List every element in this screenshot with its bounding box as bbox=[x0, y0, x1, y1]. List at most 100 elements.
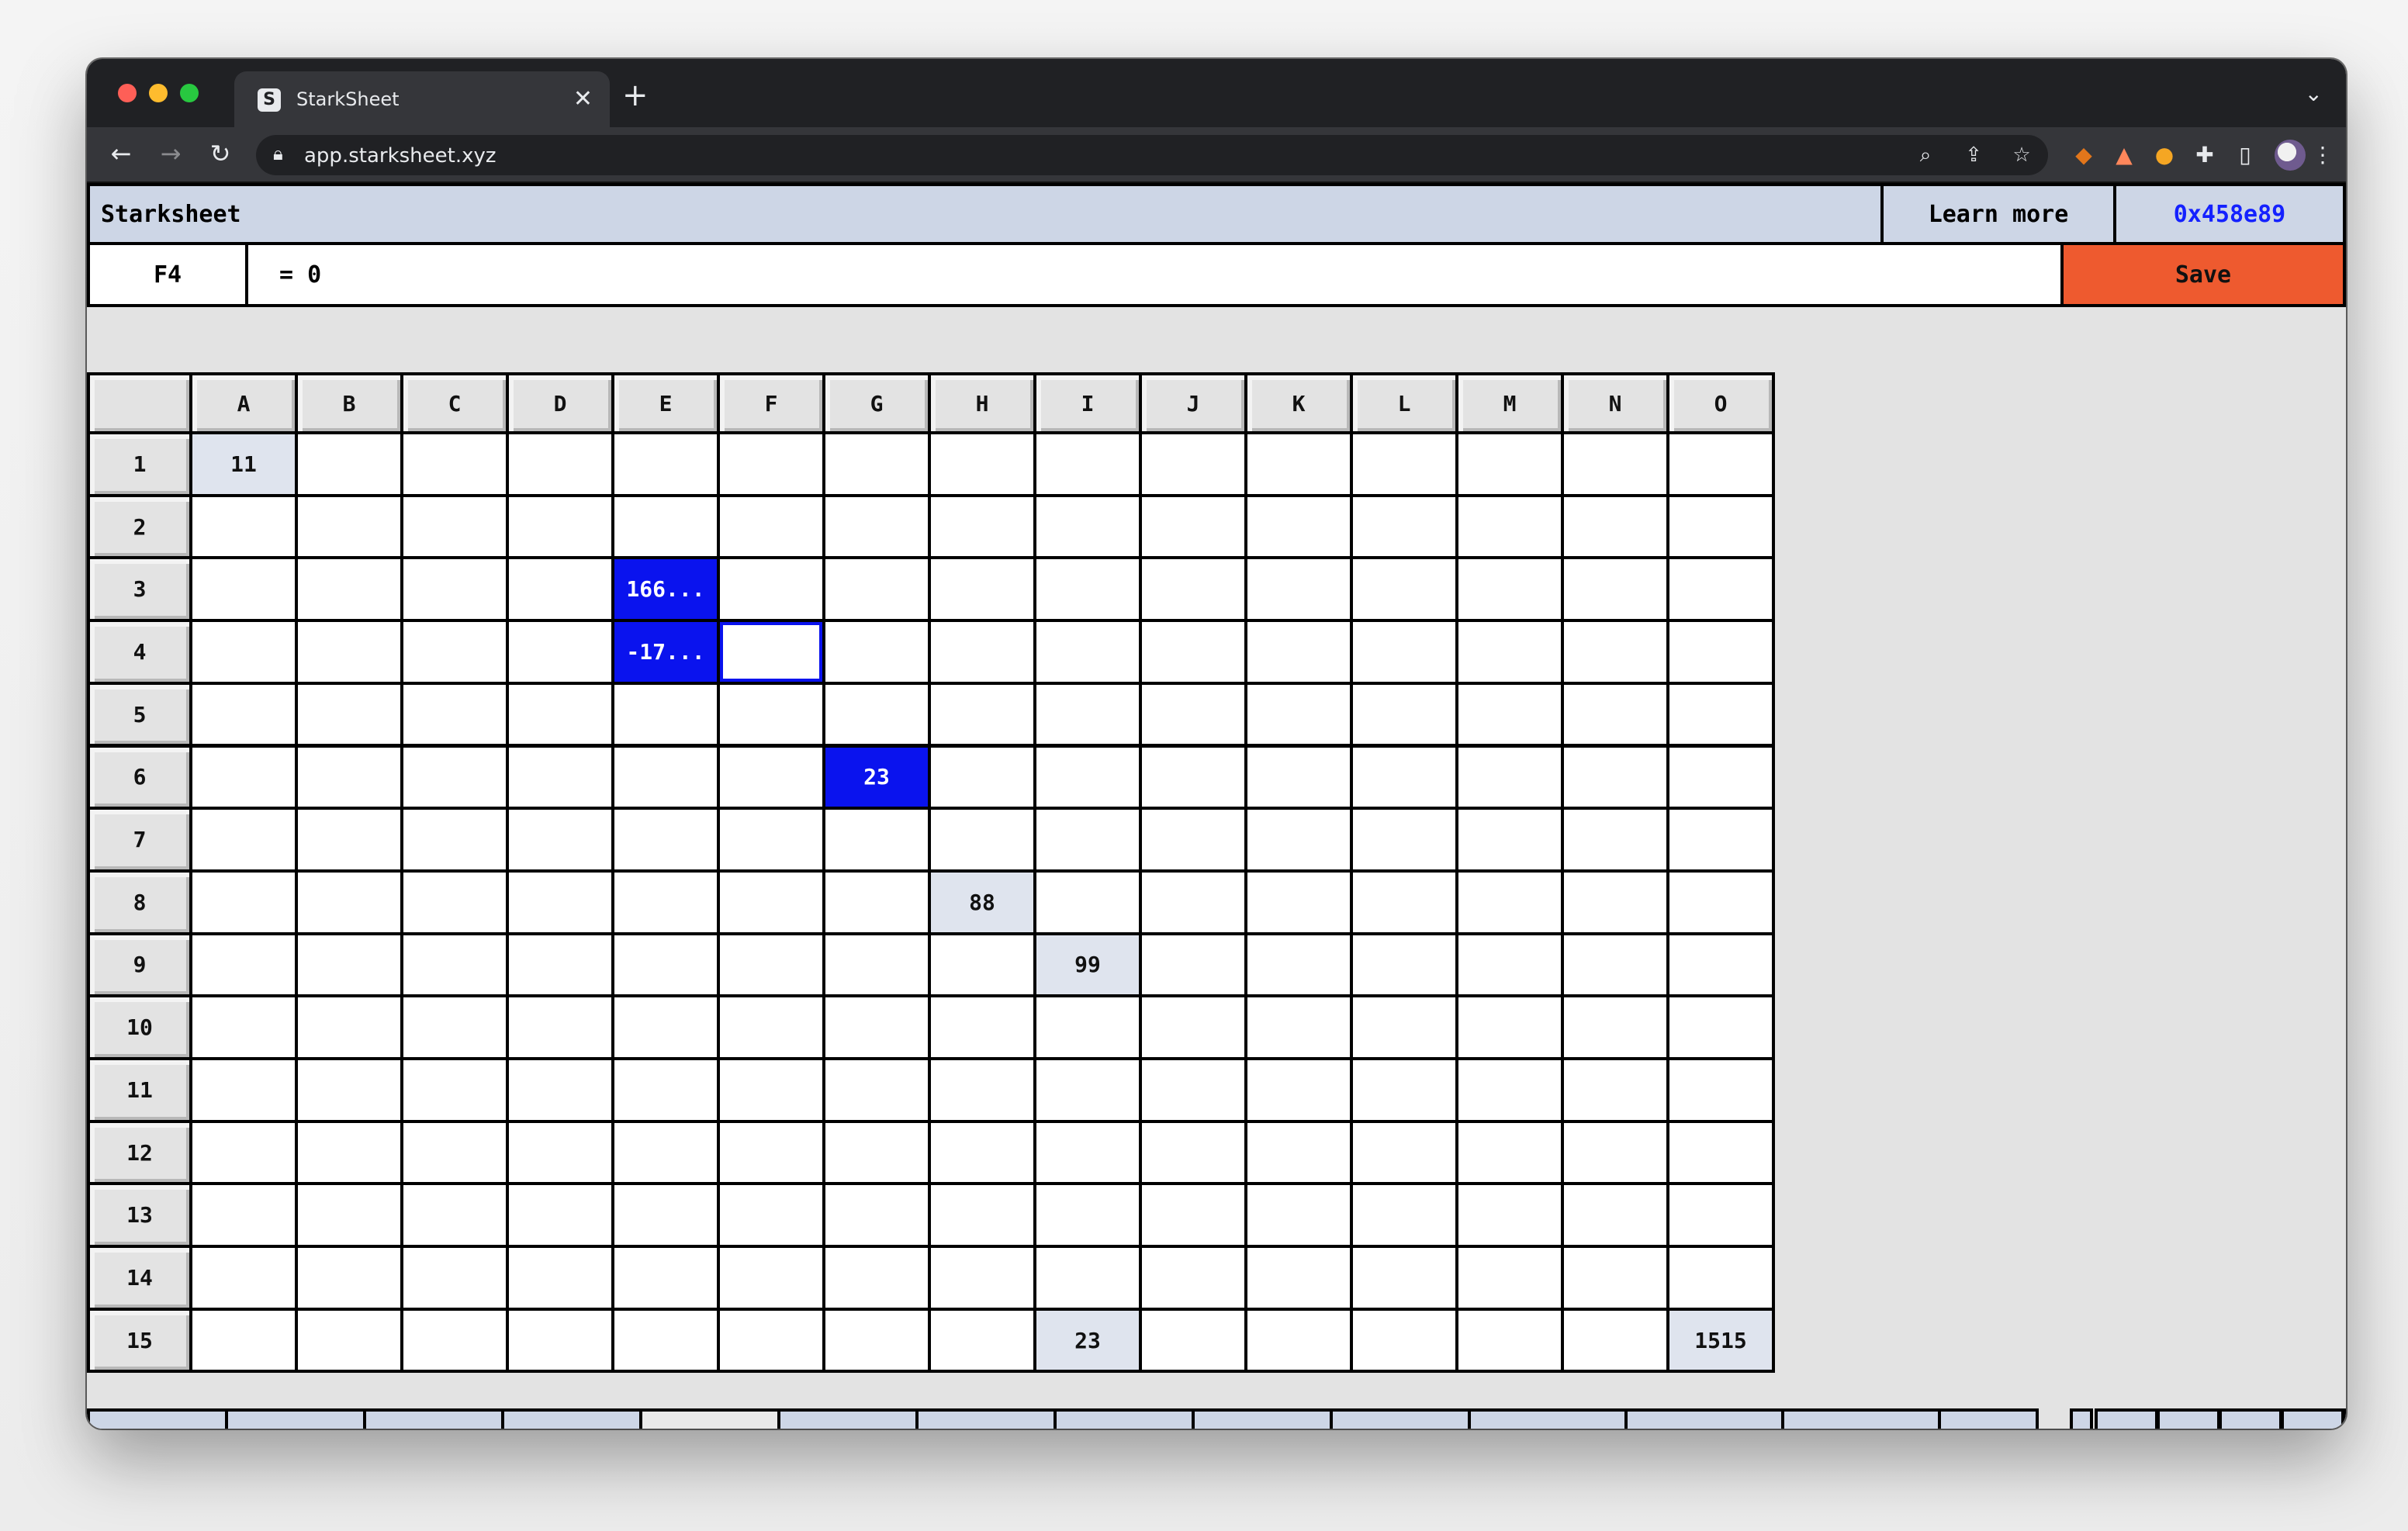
cell-c5[interactable] bbox=[400, 681, 509, 748]
cell-h7[interactable] bbox=[928, 807, 1036, 873]
cell-h10[interactable] bbox=[928, 994, 1036, 1060]
cell-d13[interactable] bbox=[506, 1182, 614, 1249]
cell-i3[interactable] bbox=[1033, 556, 1142, 623]
zoom-icon[interactable]: ⌕ bbox=[1912, 141, 1939, 169]
row-header-13[interactable]: 13 bbox=[87, 1182, 192, 1249]
profile-avatar[interactable] bbox=[2275, 140, 2306, 171]
column-header-f[interactable]: F bbox=[717, 372, 825, 434]
row-header-14[interactable]: 14 bbox=[87, 1245, 192, 1311]
cell-f9[interactable] bbox=[717, 931, 825, 998]
cell-f2[interactable] bbox=[717, 493, 825, 560]
cell-b7[interactable] bbox=[295, 807, 403, 873]
cell-n7[interactable] bbox=[1561, 807, 1669, 873]
cell-d5[interactable] bbox=[506, 681, 614, 748]
cell-l11[interactable] bbox=[1350, 1057, 1458, 1123]
cell-m8[interactable] bbox=[1455, 869, 1564, 935]
cell-g13[interactable] bbox=[822, 1182, 931, 1249]
argent-extension-icon[interactable]: ▲ bbox=[2109, 140, 2140, 171]
share-icon[interactable]: ⇪ bbox=[1960, 141, 1988, 169]
cell-l12[interactable] bbox=[1350, 1119, 1458, 1186]
cell-o4[interactable] bbox=[1666, 619, 1775, 685]
cell-k6[interactable] bbox=[1244, 744, 1353, 810]
sheet-tab-sheet0[interactable]: Sheet0 bbox=[501, 1408, 642, 1429]
cell-e2[interactable] bbox=[611, 493, 720, 560]
cell-d6[interactable] bbox=[506, 744, 614, 810]
cell-o9[interactable] bbox=[1666, 931, 1775, 998]
cell-i2[interactable] bbox=[1033, 493, 1142, 560]
cell-n4[interactable] bbox=[1561, 619, 1669, 685]
cell-i13[interactable] bbox=[1033, 1182, 1142, 1249]
sheet-tab-sheet2[interactable]: Sheet2 bbox=[363, 1408, 504, 1429]
cell-b9[interactable] bbox=[295, 931, 403, 998]
cell-h12[interactable] bbox=[928, 1119, 1036, 1186]
row-header-1[interactable]: 1 bbox=[87, 431, 192, 497]
cell-k3[interactable] bbox=[1244, 556, 1353, 623]
cell-j7[interactable] bbox=[1139, 807, 1247, 873]
cell-j8[interactable] bbox=[1139, 869, 1247, 935]
github-icon[interactable]: ● bbox=[2281, 1408, 2344, 1429]
cell-d10[interactable] bbox=[506, 994, 614, 1060]
column-header-c[interactable]: C bbox=[400, 372, 509, 434]
cell-b5[interactable] bbox=[295, 681, 403, 748]
cell-i4[interactable] bbox=[1033, 619, 1142, 685]
row-header-8[interactable]: 8 bbox=[87, 869, 192, 935]
cell-j15[interactable] bbox=[1139, 1307, 1247, 1374]
cell-g3[interactable] bbox=[822, 556, 931, 623]
cell-j4[interactable] bbox=[1139, 619, 1247, 685]
cell-h15[interactable] bbox=[928, 1307, 1036, 1374]
cell-g1[interactable] bbox=[822, 431, 931, 497]
cell-j5[interactable] bbox=[1139, 681, 1247, 748]
cell-a11[interactable] bbox=[189, 1057, 298, 1123]
cell-k1[interactable] bbox=[1244, 431, 1353, 497]
cell-o7[interactable] bbox=[1666, 807, 1775, 873]
cell-b11[interactable] bbox=[295, 1057, 403, 1123]
row-header-9[interactable]: 9 bbox=[87, 931, 192, 998]
cell-i12[interactable] bbox=[1033, 1119, 1142, 1186]
cell-b3[interactable] bbox=[295, 556, 403, 623]
sheet-tab-sheet7[interactable]: Sheet7 bbox=[1054, 1408, 1195, 1429]
cell-n6[interactable] bbox=[1561, 744, 1669, 810]
sheet-tab-sheet9[interactable]: Sheet9 bbox=[1330, 1408, 1471, 1429]
cell-d7[interactable] bbox=[506, 807, 614, 873]
forward-arrow-icon[interactable]: → bbox=[154, 137, 188, 171]
cell-e7[interactable] bbox=[611, 807, 720, 873]
cell-l15[interactable] bbox=[1350, 1307, 1458, 1374]
cell-m12[interactable] bbox=[1455, 1119, 1564, 1186]
column-header-l[interactable]: L bbox=[1350, 372, 1458, 434]
cell-c9[interactable] bbox=[400, 931, 509, 998]
cell-i5[interactable] bbox=[1033, 681, 1142, 748]
cell-a7[interactable] bbox=[189, 807, 298, 873]
cell-a1[interactable]: 11 bbox=[189, 431, 298, 497]
cell-f6[interactable] bbox=[717, 744, 825, 810]
cell-l2[interactable] bbox=[1350, 493, 1458, 560]
cell-b14[interactable] bbox=[295, 1245, 403, 1311]
cell-i14[interactable] bbox=[1033, 1245, 1142, 1311]
formula-input[interactable]: = 0 bbox=[245, 242, 2064, 307]
cell-a10[interactable] bbox=[189, 994, 298, 1060]
cell-g10[interactable] bbox=[822, 994, 931, 1060]
cell-n2[interactable] bbox=[1561, 493, 1669, 560]
cell-f4[interactable] bbox=[717, 619, 825, 685]
cell-m13[interactable] bbox=[1455, 1182, 1564, 1249]
cell-o8[interactable] bbox=[1666, 869, 1775, 935]
cell-m15[interactable] bbox=[1455, 1307, 1564, 1374]
cell-e13[interactable] bbox=[611, 1182, 720, 1249]
cell-n5[interactable] bbox=[1561, 681, 1669, 748]
cell-l6[interactable] bbox=[1350, 744, 1458, 810]
cell-l14[interactable] bbox=[1350, 1245, 1458, 1311]
cell-g4[interactable] bbox=[822, 619, 931, 685]
cell-d15[interactable] bbox=[506, 1307, 614, 1374]
column-header-g[interactable]: G bbox=[822, 372, 931, 434]
cell-o13[interactable] bbox=[1666, 1182, 1775, 1249]
cell-o5[interactable] bbox=[1666, 681, 1775, 748]
cell-k15[interactable] bbox=[1244, 1307, 1353, 1374]
cell-i7[interactable] bbox=[1033, 807, 1142, 873]
cell-k11[interactable] bbox=[1244, 1057, 1353, 1123]
cell-m9[interactable] bbox=[1455, 931, 1564, 998]
cell-c12[interactable] bbox=[400, 1119, 509, 1186]
cell-g5[interactable] bbox=[822, 681, 931, 748]
cell-c10[interactable] bbox=[400, 994, 509, 1060]
sheet-tab-sheet6[interactable]: Sheet6 bbox=[915, 1408, 1057, 1429]
cell-e9[interactable] bbox=[611, 931, 720, 998]
sheet-tab-sheet4[interactable]: Sheet4 bbox=[639, 1408, 780, 1429]
